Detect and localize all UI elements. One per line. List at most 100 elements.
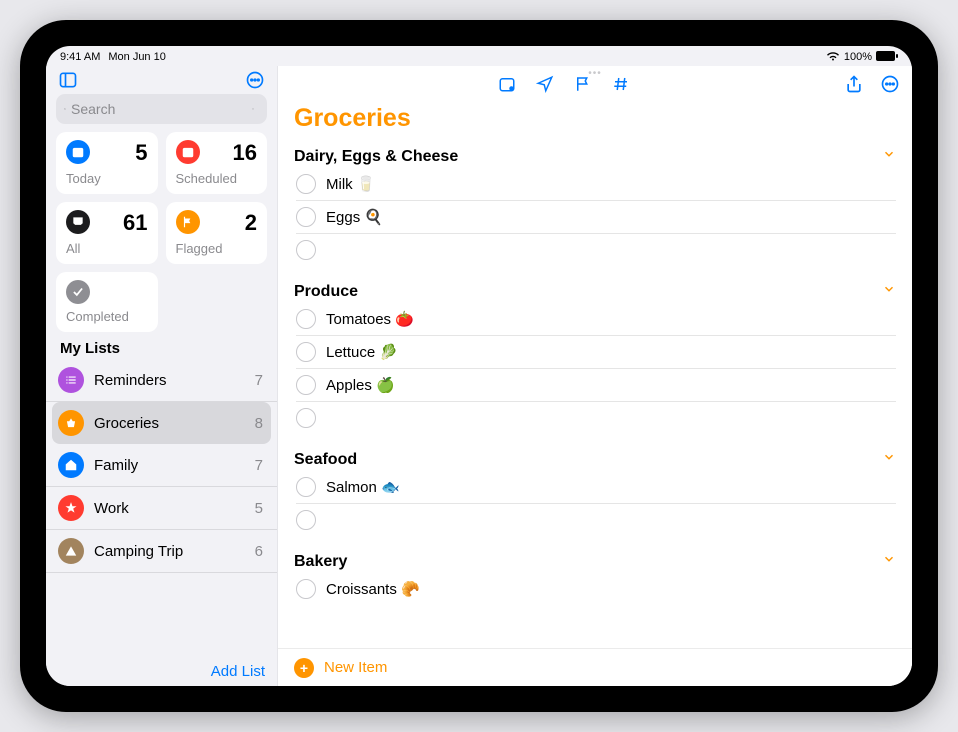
reminder-item-blank[interactable] xyxy=(296,402,896,434)
reminder-item-blank[interactable] xyxy=(296,234,896,266)
chevron-down-icon[interactable] xyxy=(882,450,896,469)
more-icon[interactable] xyxy=(245,70,265,90)
complete-toggle[interactable] xyxy=(296,207,316,227)
hashtag-icon[interactable] xyxy=(612,75,630,93)
list-name: Family xyxy=(94,457,245,474)
tile-scheduled-label: Scheduled xyxy=(176,171,258,186)
calendar-today-icon xyxy=(66,140,90,164)
search-field[interactable] xyxy=(56,94,267,124)
tile-all[interactable]: 61 All xyxy=(56,202,158,264)
search-icon xyxy=(64,102,66,116)
section-header[interactable]: Dairy, Eggs & Cheese xyxy=(294,148,458,166)
status-bar: 9:41 AM Mon Jun 10 100% xyxy=(46,46,912,66)
list-count: 6 xyxy=(255,543,263,560)
reminder-text[interactable]: Apples 🍏 xyxy=(326,376,395,394)
section-header[interactable]: Seafood xyxy=(294,451,357,469)
list-name: Groceries xyxy=(94,415,245,432)
reminder-text[interactable]: Milk 🥛 xyxy=(326,175,376,193)
chevron-down-icon[interactable] xyxy=(882,147,896,166)
reminder-item[interactable]: Apples 🍏 xyxy=(296,369,896,402)
tile-scheduled-count: 16 xyxy=(233,140,257,166)
reminder-text[interactable]: Eggs 🍳 xyxy=(326,208,383,226)
location-icon[interactable] xyxy=(536,75,554,93)
tile-today-count: 5 xyxy=(135,140,147,166)
tray-icon xyxy=(66,210,90,234)
more-options-icon[interactable] xyxy=(880,74,900,94)
wifi-icon xyxy=(826,51,840,64)
my-lists-header: My Lists xyxy=(46,332,277,359)
reminder-item-blank[interactable] xyxy=(296,504,896,536)
list-icon xyxy=(58,367,84,393)
list-title: Groceries xyxy=(278,102,912,141)
house-icon xyxy=(58,452,84,478)
section-header[interactable]: Bakery xyxy=(294,553,347,571)
checkmark-icon xyxy=(66,280,90,304)
reminder-item[interactable]: Tomatoes 🍅 xyxy=(296,303,896,336)
tile-completed[interactable]: Completed xyxy=(56,272,158,332)
chevron-down-icon[interactable] xyxy=(882,282,896,301)
flag-icon xyxy=(176,210,200,234)
complete-toggle[interactable] xyxy=(296,408,316,428)
complete-toggle[interactable] xyxy=(296,342,316,362)
reminders-body[interactable]: Dairy, Eggs & Cheese Milk 🥛 Eggs 🍳 Produce T… xyxy=(278,141,912,648)
status-time: 9:41 AM xyxy=(60,51,100,63)
tile-all-label: All xyxy=(66,241,148,256)
star-icon xyxy=(58,495,84,521)
tent-icon xyxy=(58,538,84,564)
list-row-work[interactable]: Work 5 xyxy=(46,487,277,530)
complete-toggle[interactable] xyxy=(296,375,316,395)
tile-flagged-count: 2 xyxy=(245,210,257,236)
reminder-text[interactable]: Lettuce 🥬 xyxy=(326,343,398,361)
reminder-text[interactable]: Tomatoes 🍅 xyxy=(326,310,414,328)
basket-icon xyxy=(58,410,84,436)
calendar-add-icon[interactable] xyxy=(498,75,516,93)
list-count: 5 xyxy=(255,500,263,517)
list-count: 7 xyxy=(255,372,263,389)
list-name: Reminders xyxy=(94,372,245,389)
reminder-item[interactable]: Eggs 🍳 xyxy=(296,201,896,234)
add-list-button[interactable]: Add List xyxy=(211,663,265,680)
complete-toggle[interactable] xyxy=(296,174,316,194)
complete-toggle[interactable] xyxy=(296,510,316,530)
list-row-camping-trip[interactable]: Camping Trip 6 xyxy=(46,530,277,573)
battery-pct: 100% xyxy=(844,51,872,63)
calendar-icon xyxy=(176,140,200,164)
complete-toggle[interactable] xyxy=(296,309,316,329)
status-date: Mon Jun 10 xyxy=(108,51,165,63)
reminder-text[interactable]: Croissants 🥐 xyxy=(326,580,420,598)
tile-completed-label: Completed xyxy=(66,309,148,324)
list-row-groceries[interactable]: Groceries 8 xyxy=(52,402,271,444)
tile-flagged[interactable]: 2 Flagged xyxy=(166,202,268,264)
tile-flagged-label: Flagged xyxy=(176,241,258,256)
complete-toggle[interactable] xyxy=(296,240,316,260)
list-row-family[interactable]: Family 7 xyxy=(46,444,277,487)
reminder-item[interactable]: Salmon 🐟 xyxy=(296,471,896,504)
complete-toggle[interactable] xyxy=(296,477,316,497)
list-count: 8 xyxy=(255,415,263,432)
sidebar-toggle-icon[interactable] xyxy=(58,70,78,90)
tile-today-label: Today xyxy=(66,171,148,186)
reminder-item[interactable]: Lettuce 🥬 xyxy=(296,336,896,369)
chevron-down-icon[interactable] xyxy=(882,552,896,571)
section-header[interactable]: Produce xyxy=(294,283,358,301)
reminder-item[interactable]: Milk 🥛 xyxy=(296,168,896,201)
battery-icon xyxy=(876,51,898,64)
dictate-icon[interactable] xyxy=(252,102,254,116)
plus-icon[interactable]: + xyxy=(294,658,314,678)
sidebar: 5 Today 16 Scheduled xyxy=(46,66,278,686)
list-name: Camping Trip xyxy=(94,543,245,560)
share-icon[interactable] xyxy=(844,74,864,94)
reminder-item[interactable]: Croissants 🥐 xyxy=(296,573,896,605)
main-panel: ••• Groceries Dairy, Eggs & Cheese Milk 🥛… xyxy=(278,66,912,686)
new-item-button[interactable]: New Item xyxy=(324,659,387,676)
my-lists: Reminders 7 Groceries 8 Family 7 Work 5 Camping … xyxy=(46,359,277,657)
tile-scheduled[interactable]: 16 Scheduled xyxy=(166,132,268,194)
list-name: Work xyxy=(94,500,245,517)
complete-toggle[interactable] xyxy=(296,579,316,599)
reminder-text[interactable]: Salmon 🐟 xyxy=(326,478,400,496)
grabber-icon[interactable]: ••• xyxy=(588,68,602,79)
tile-today[interactable]: 5 Today xyxy=(56,132,158,194)
list-row-reminders[interactable]: Reminders 7 xyxy=(46,359,277,402)
list-count: 7 xyxy=(255,457,263,474)
search-input[interactable] xyxy=(71,101,252,117)
